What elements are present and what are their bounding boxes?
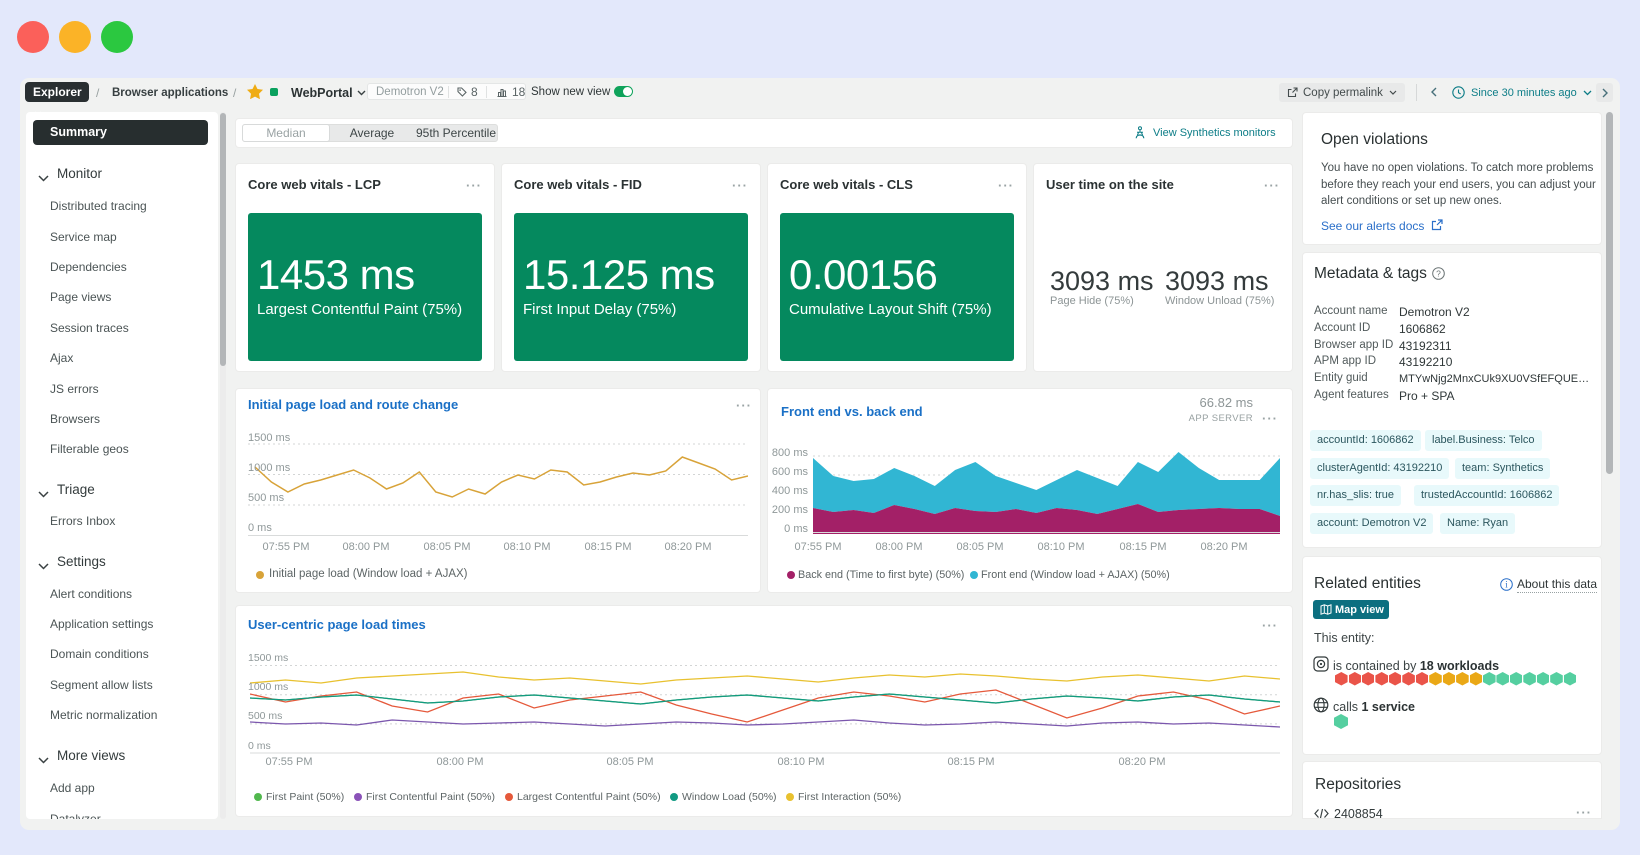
svg-text:i: i (1505, 580, 1508, 590)
svg-text:?: ? (1436, 268, 1441, 278)
